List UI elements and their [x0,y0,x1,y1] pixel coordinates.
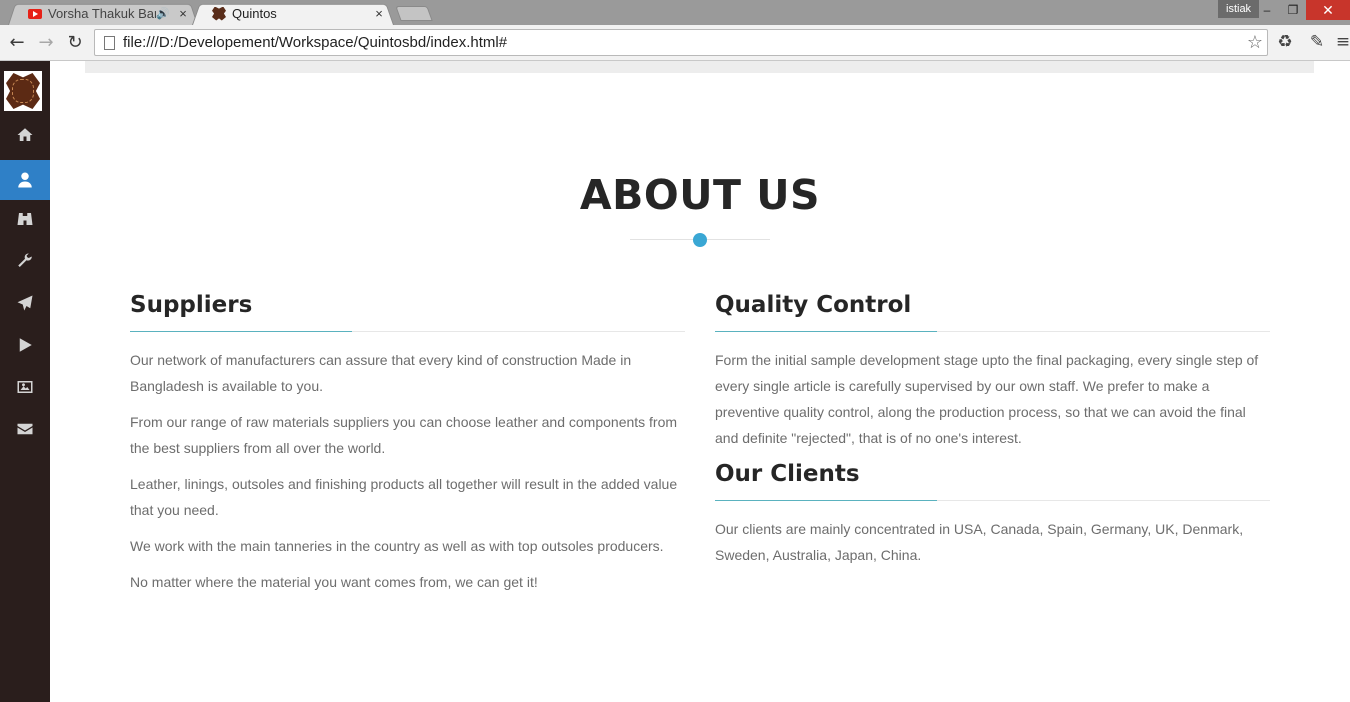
tab-title: Quintos [232,6,277,21]
tab-close-button[interactable]: × [176,6,190,21]
tab-quintos[interactable]: Quintos × [192,2,394,26]
browser-toolbar: ← → ↻ file:///D:/Developement/Workspace/… [0,25,1350,61]
pencil-icon[interactable]: ✎ [1305,31,1329,53]
suppliers-paragraph: We work with the main tanneries in the c… [130,538,664,554]
suppliers-title: Suppliers [130,292,253,318]
window-controls: – ❐ ✕ [1254,0,1350,20]
tab-close-button[interactable]: × [372,6,386,21]
menu-icon[interactable]: ≡ [1336,31,1350,53]
url-text[interactable]: file:///D:/Developement/Workspace/Quinto… [123,34,1247,51]
page-icon [104,35,115,50]
envelope-icon [17,423,33,435]
star-icon[interactable]: ☆ [1247,32,1263,53]
play-icon [19,338,32,352]
speaker-icon[interactable]: 🔊 [156,7,170,20]
our-clients-title: Our Clients [715,461,860,487]
home-icon [17,128,33,141]
leather-favicon-icon [212,6,226,21]
back-button[interactable]: ← [6,31,28,53]
sidebar-item-binoculars[interactable] [0,199,50,239]
minimize-button[interactable]: – [1254,0,1280,20]
youtube-icon [28,8,42,19]
binoculars-icon [17,213,33,225]
address-bar[interactable]: file:///D:/Developement/Workspace/Quinto… [94,29,1268,56]
forward-button[interactable]: → [35,31,57,53]
sidebar-item-video[interactable] [0,325,50,365]
restore-button[interactable]: ❐ [1280,0,1306,20]
close-window-button[interactable]: ✕ [1306,0,1350,20]
wrench-icon [18,253,32,267]
top-bar [85,61,1314,73]
quality-control-title: Quality Control [715,292,912,318]
paper-plane-icon [17,295,33,311]
tab-youtube[interactable]: Vorsha Thakuk Bangla 🔊 × [8,2,198,26]
suppliers-paragraph: No matter where the material you want co… [130,574,538,590]
title-divider-dot [693,233,707,247]
quintos-logo[interactable] [4,71,42,111]
recycle-icon[interactable]: ♻ [1273,31,1297,53]
sidebar-item-services[interactable] [0,241,50,281]
section-rule [715,500,1270,501]
image-icon [17,381,33,393]
profile-badge[interactable]: istiak [1218,0,1260,18]
quality-control-paragraph: Form the initial sample development stag… [715,352,1259,446]
tab-strip: Vorsha Thakuk Bangla 🔊 × Quintos × istia… [0,0,1350,26]
sidebar [0,61,50,702]
our-clients-paragraph: Our clients are mainly concentrated in U… [715,521,1244,563]
new-tab-button[interactable] [395,6,433,21]
page-title: ABOUT US [579,171,821,219]
page-viewport: ABOUT US Suppliers Our network of manufa… [0,61,1350,702]
quality-clients-section: Quality Control Form the initial sample … [715,291,1270,568]
sidebar-item-gallery[interactable] [0,367,50,407]
sidebar-item-home[interactable] [0,115,50,155]
sidebar-item-contact[interactable] [0,409,50,449]
suppliers-paragraph: Our network of manufacturers can assure … [130,352,632,394]
suppliers-section: Suppliers Our network of manufacturers c… [130,291,685,595]
suppliers-paragraph: From our range of raw materials supplier… [130,414,678,456]
leather-hide-icon [6,73,40,109]
suppliers-paragraph: Leather, linings, outsoles and finishing… [130,476,678,518]
section-rule [715,331,1270,332]
user-icon [18,172,32,188]
reload-button[interactable]: ↻ [64,31,86,53]
tab-title: Vorsha Thakuk Bangla [48,6,156,21]
sidebar-item-send[interactable] [0,283,50,323]
section-rule [130,331,685,332]
sidebar-item-about[interactable] [0,160,50,200]
